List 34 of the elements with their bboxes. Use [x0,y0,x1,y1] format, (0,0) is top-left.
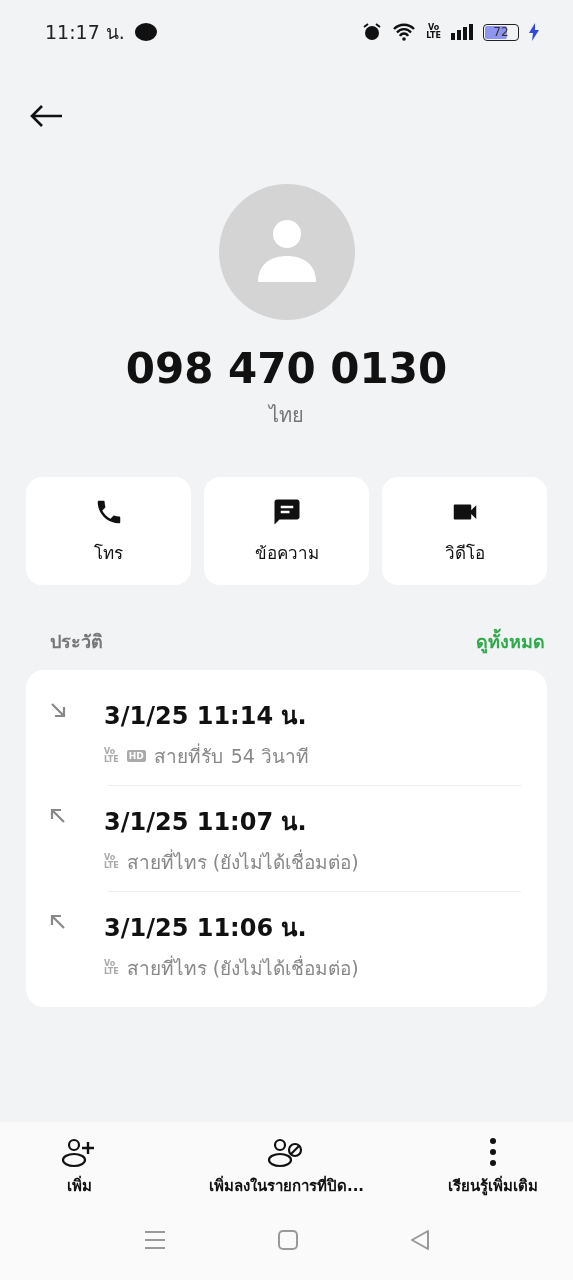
call-time: 3/1/25 11:14 น. [104,701,308,732]
call-status: สายที่ไทร (ยังไม่ได้เชื่อมต่อ) [126,954,359,981]
video-button[interactable]: วิดีโอ [382,477,547,585]
more-icon [488,1136,499,1168]
call-status: สายที่ไทร (ยังไม่ได้เชื่อมต่อ) [126,848,359,875]
call-time: 3/1/25 11:07 น. [104,807,308,838]
volte-label: Vo LTE [104,854,119,870]
volte-label: Vo LTE [426,24,441,40]
call-time: 3/1/25 11:06 น. [104,913,308,944]
volte-label: Vo LTE [104,748,119,764]
call-button[interactable]: โทร [26,477,191,585]
battery-indicator: 72 [483,23,519,41]
more-button[interactable]: เรียนรู้เพิ่มเติม [413,1122,573,1204]
alarm-icon [362,22,383,42]
outgoing-arrow-icon [50,808,66,824]
back-icon[interactable] [409,1230,430,1250]
add-button[interactable]: เพิ่ม [0,1122,160,1204]
block-button[interactable]: เพิ่มลงในรายการที่ปิด... [159,1122,414,1204]
call-duration: 54 วินาที [230,744,309,769]
location-label: ไทย [267,402,305,429]
home-icon[interactable] [277,1230,298,1250]
phone-number: 098 470 0130 [124,344,449,393]
avatar-icon [218,184,355,320]
hd-badge: HD [126,750,146,762]
volte-label: Vo LTE [104,960,119,976]
menu-icon[interactable] [143,1230,166,1250]
status-time: 11:17 น. [45,20,125,45]
history-heading: ประวัติ [50,630,103,654]
call-status: สายที่รับ [153,742,223,769]
message-button[interactable]: ข้อความ [204,477,369,585]
wifi-icon [392,23,417,41]
signal-icon [451,24,473,40]
outgoing-arrow-icon [50,914,66,930]
incoming-arrow-icon [50,702,66,718]
